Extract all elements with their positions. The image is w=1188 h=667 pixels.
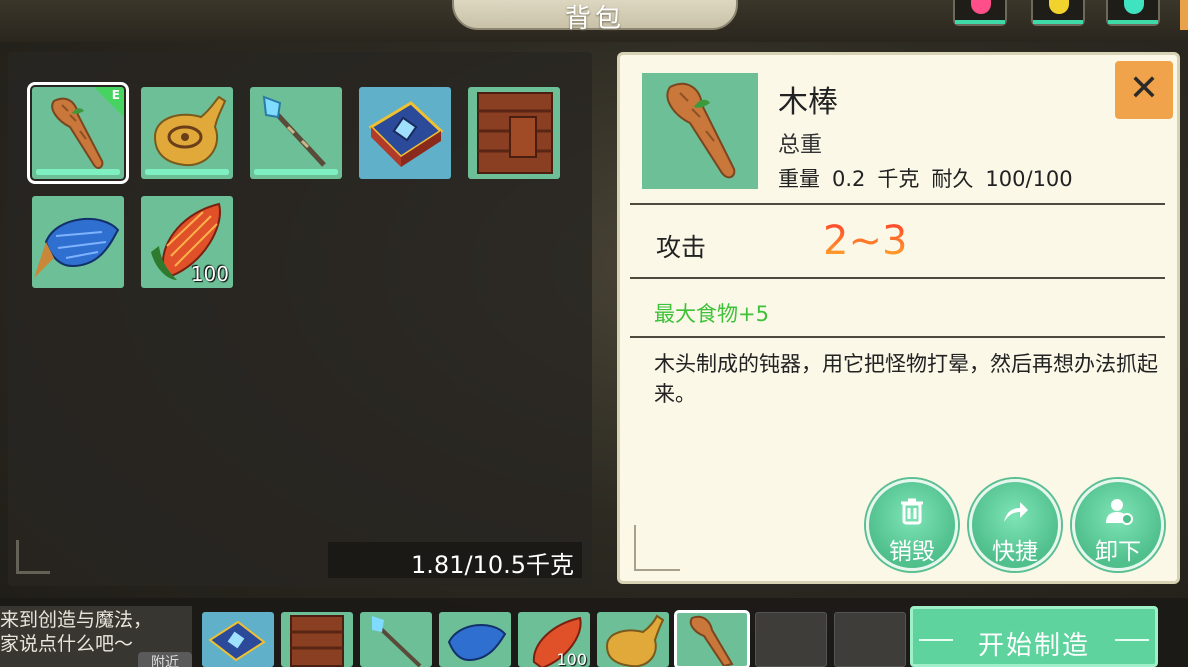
wooden-club-icon (689, 615, 734, 667)
attack-value: 2~3 (823, 218, 908, 264)
cup-icon (1124, 0, 1144, 14)
weight-label: 重量 (778, 167, 820, 191)
blue-fish-icon (447, 623, 507, 662)
crystal-staff-icon (262, 95, 326, 167)
hotbar-slot-magic-book[interactable] (202, 612, 274, 667)
start-crafting-label: 开始制造 (977, 631, 1090, 661)
blue-fish-icon (34, 217, 120, 278)
chat-tab-nearby[interactable]: 附近 (138, 652, 192, 667)
durability-bar (254, 169, 338, 175)
shortcut-button[interactable]: 快捷 (969, 479, 1061, 571)
divider (630, 277, 1165, 279)
item-detail-panel: 木棒 总重 重量 0.2 千克 耐久 100/100 ✕ 攻击 2~3 最大食物+5 木… (617, 52, 1180, 584)
wooden-club-icon (666, 82, 736, 179)
item-name: 木棒 (778, 85, 838, 120)
inventory-slot-blue-fish[interactable] (32, 196, 124, 288)
magic-book-icon (368, 101, 444, 167)
close-icon: ✕ (1128, 68, 1160, 109)
hotbar-slot-blue-fish[interactable] (439, 612, 511, 667)
inventory-slot-crystal-staff[interactable] (250, 87, 342, 179)
detail-item-icon (642, 73, 758, 189)
wooden-crate-icon (477, 92, 553, 174)
unequip-label: 卸下 (1095, 539, 1141, 565)
durability-bar (36, 169, 120, 175)
weight-value: 0.2 (832, 167, 866, 191)
trash-icon (869, 496, 955, 526)
hotbar-slot-empty[interactable] (755, 612, 827, 667)
shortcut-label: 快捷 (992, 539, 1038, 565)
gourd-icon (153, 95, 227, 167)
destroy-label: 销毁 (889, 539, 935, 565)
hotbar-slot-gourd[interactable] (597, 612, 669, 667)
divider (630, 203, 1165, 205)
inventory-slot-gourd[interactable] (141, 87, 233, 179)
share-icon (972, 496, 1058, 526)
crystal-staff-icon (372, 616, 422, 667)
divider (630, 336, 1165, 338)
attack-label: 攻击 (656, 233, 707, 262)
inventory-slot-wooden-crate[interactable] (468, 87, 560, 179)
weight-unit: 千克 (877, 167, 920, 191)
wooden-crate-icon (290, 615, 344, 667)
panel-title: 背包 (564, 4, 625, 34)
corner-decoration (16, 540, 50, 574)
coin-icon-button[interactable] (1031, 0, 1085, 26)
cup-icon-button[interactable] (1106, 0, 1160, 26)
hotbar-slot-wooden-crate[interactable] (281, 612, 353, 667)
destroy-button[interactable]: 销毁 (866, 479, 958, 571)
durability-label: 耐久 (931, 167, 974, 191)
magic-book-icon (208, 620, 266, 662)
panel-title-plate: 背包 (452, 0, 738, 34)
inventory-slot-magic-book[interactable] (359, 87, 451, 179)
inventory-panel: E 100 1.81/10.5千克 (8, 52, 592, 586)
chat-line: 来到创造与魔法， (0, 609, 153, 631)
button-decoration (1115, 639, 1149, 641)
equipped-mark: E (111, 88, 120, 102)
close-button[interactable]: ✕ (1115, 61, 1173, 119)
hotbar-slot-crystal-staff[interactable] (360, 612, 432, 667)
inventory-weight: 1.81/10.5千克 (328, 542, 582, 579)
unequip-button[interactable]: 卸下 (1072, 479, 1164, 571)
durability-value: 100/100 (985, 167, 1073, 191)
edge-tab (1180, 0, 1188, 30)
hotbar-slot-corn[interactable]: 100 (518, 612, 590, 667)
item-description: 木头制成的钝器，用它把怪物打晕，然后再想办法抓起来。 (654, 352, 1158, 406)
hotbar-slot-wooden-club[interactable] (674, 610, 750, 667)
gourd-icon (605, 614, 665, 667)
item-stats: 重量 0.2 千克 耐久 100/100 (778, 163, 1085, 193)
inventory-slot-wooden-club[interactable]: E (27, 82, 129, 184)
coin-icon (1049, 0, 1069, 14)
inventory-slot-corn[interactable]: 100 (141, 196, 233, 288)
hotbar-slot-empty[interactable] (834, 612, 906, 667)
item-count: 100 (556, 650, 587, 667)
unequip-user-icon (1075, 496, 1161, 526)
item-count: 100 (190, 262, 229, 286)
item-bonus: 最大食物+5 (654, 302, 769, 326)
corner-decoration (634, 525, 680, 571)
button-decoration (919, 639, 953, 641)
start-crafting-button[interactable]: 开始制造 (910, 606, 1158, 667)
heart-icon (971, 0, 991, 14)
item-subtitle: 总重 (778, 133, 823, 158)
heart-icon-button[interactable] (953, 0, 1007, 26)
durability-bar (145, 169, 229, 175)
